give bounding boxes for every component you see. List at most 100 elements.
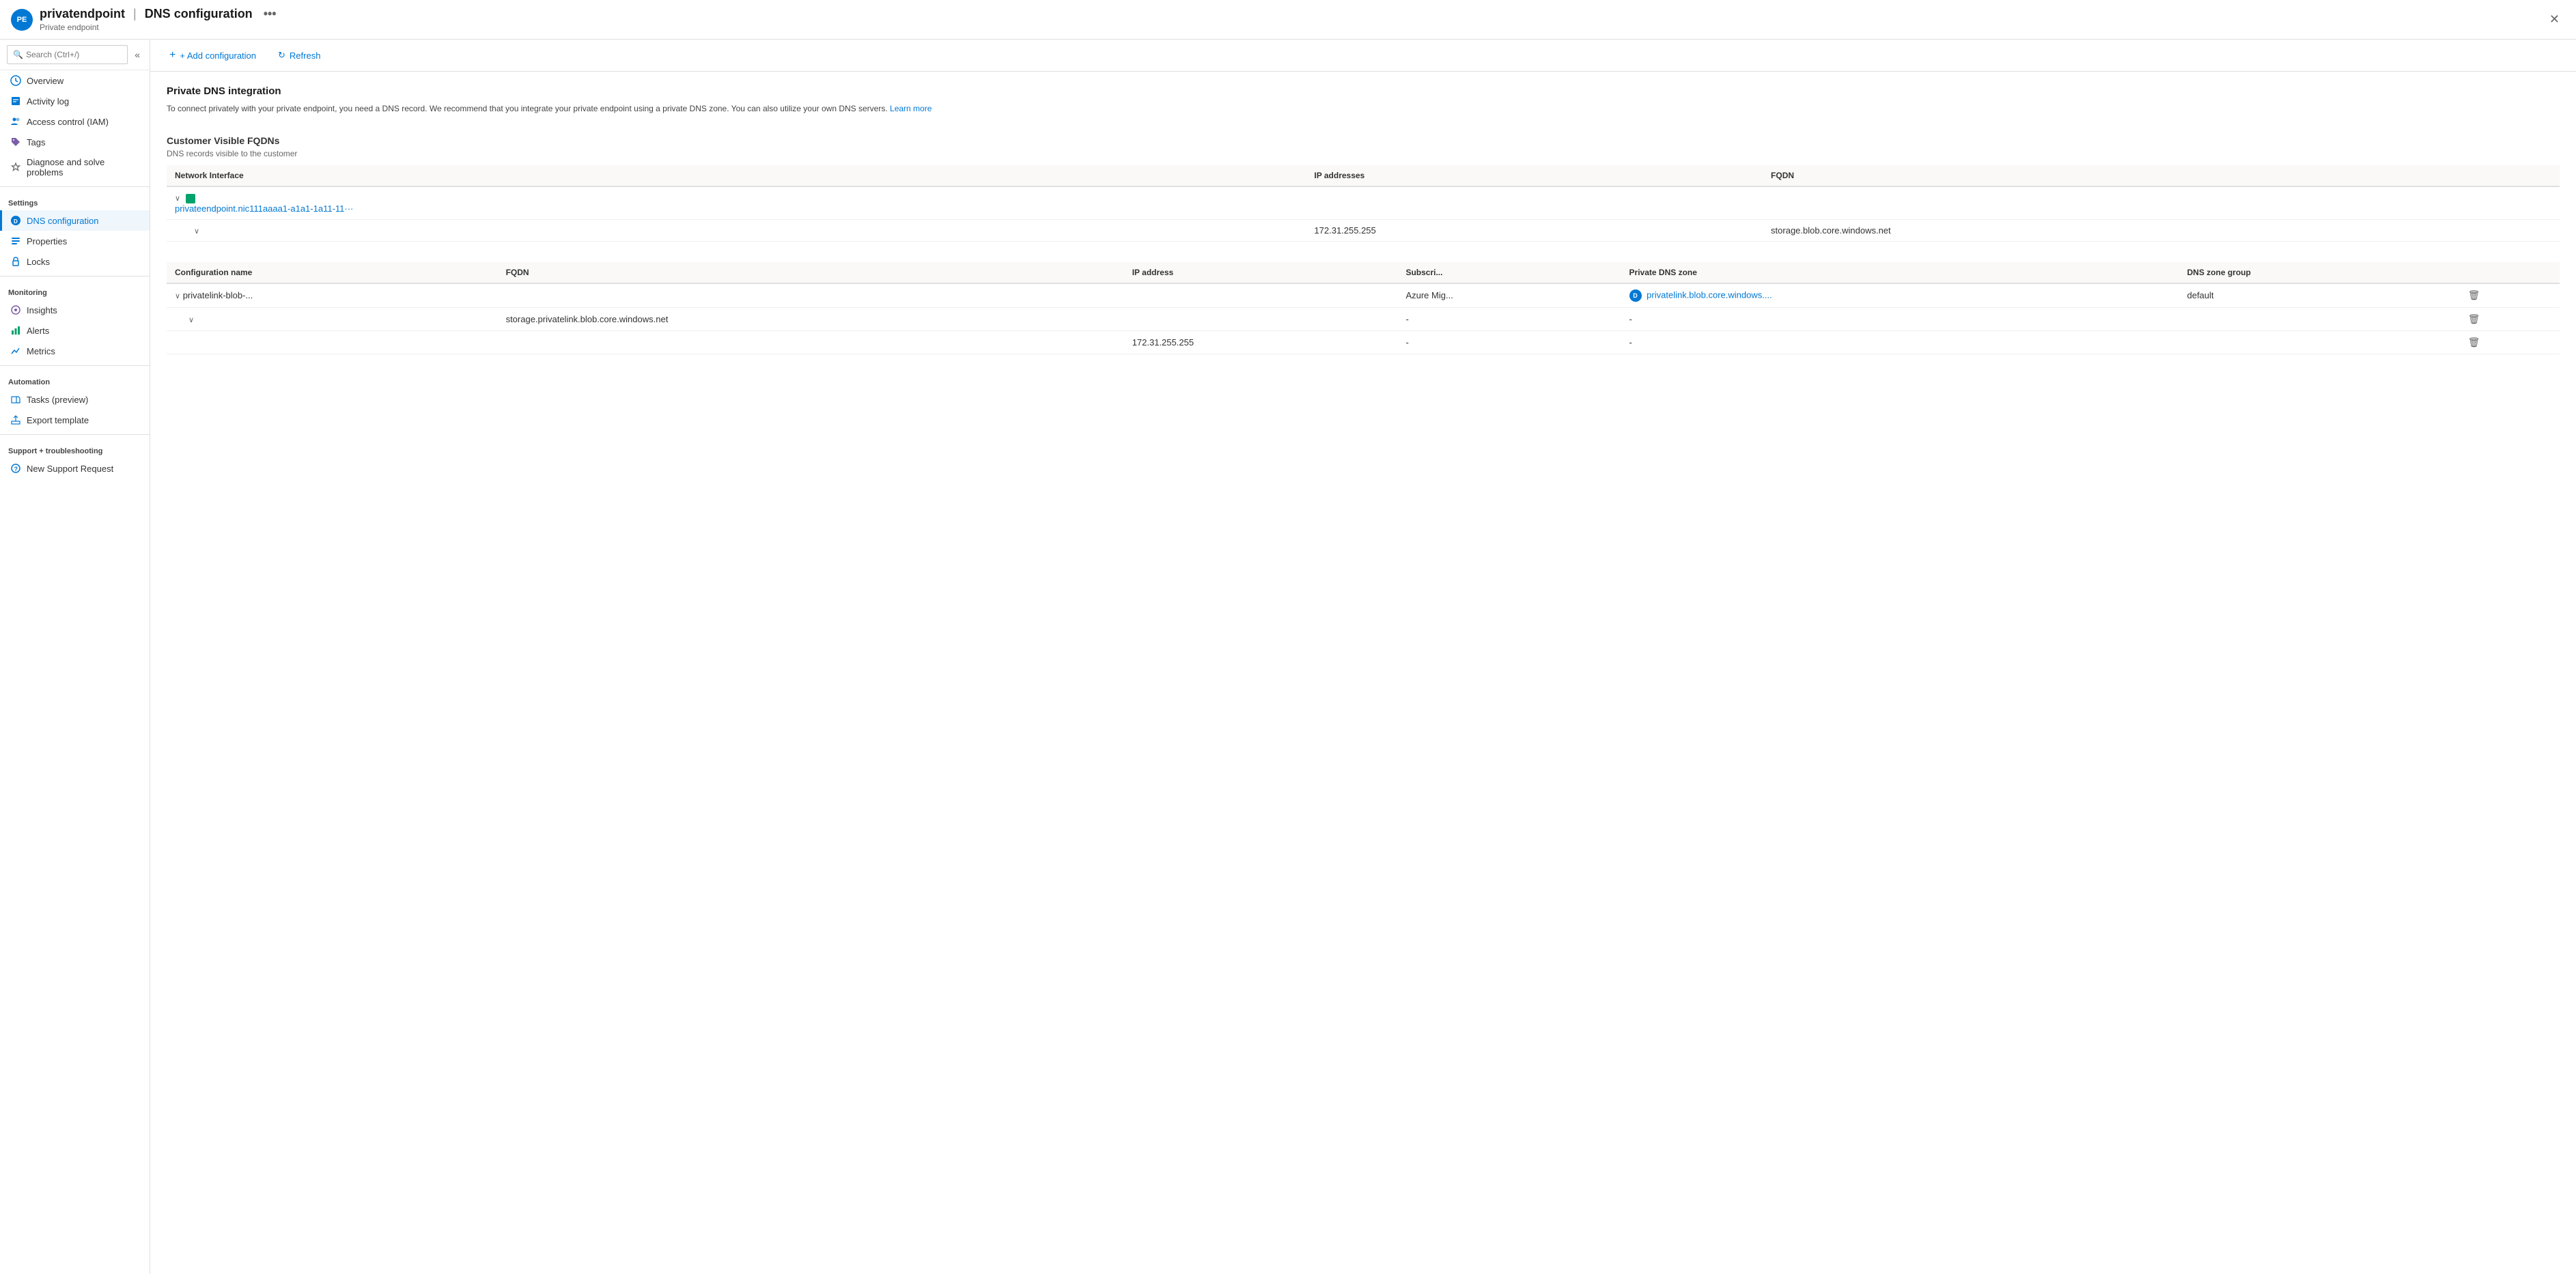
sidebar-item-overview[interactable]: Overview [0, 70, 150, 91]
expand-icon[interactable]: ∨ [194, 227, 199, 236]
sidebar-item-diagnose[interactable]: Diagnose and solve problems [0, 152, 150, 182]
dns-zone-icon: D [1629, 289, 1642, 302]
tasks-icon [10, 394, 21, 405]
sidebar-item-export[interactable]: Export template [0, 410, 150, 430]
col-actions [2460, 262, 2560, 283]
add-icon: + [169, 49, 176, 61]
header-subtitle: Private endpoint [40, 23, 2544, 32]
sidebar-item-locks[interactable]: Locks [0, 251, 150, 272]
sidebar-item-label: New Support Request [27, 464, 113, 474]
delete-icon[interactable]: 🗑 [2468, 289, 2480, 300]
alerts-icon [10, 325, 21, 336]
page-header: PE privatendpoint | DNS configuration ••… [0, 0, 2576, 40]
toolbar: + + Add configuration ↻ Refresh [150, 40, 2576, 72]
sidebar-item-label: Activity log [27, 96, 69, 107]
collapse-button[interactable]: « [132, 46, 143, 63]
config-table-header: Configuration name FQDN IP address Subsc… [167, 262, 2560, 283]
col-dns-zone-group: DNS zone group [2179, 262, 2459, 283]
nic-icon [186, 194, 195, 203]
col-fqdn: FQDN [1763, 165, 2560, 186]
support-section-label: Support + troubleshooting [0, 439, 150, 458]
refresh-icon: ↻ [278, 50, 285, 61]
sidebar-item-insights[interactable]: Insights [0, 300, 150, 320]
expand-icon[interactable]: ∨ [188, 316, 194, 324]
table-row: 172.31.255.255 - - 🗑 [167, 330, 2560, 354]
col-network-interface: Network Interface [167, 165, 1306, 186]
config-section: Configuration name FQDN IP address Subsc… [167, 262, 2560, 354]
fqdns-title: Customer Visible FQDNs [167, 135, 2560, 146]
sidebar-item-label: Properties [27, 236, 67, 246]
fqdns-sub: DNS records visible to the customer [167, 149, 2560, 158]
diagnose-icon [10, 162, 21, 173]
monitoring-section-label: Monitoring [0, 281, 150, 300]
table-row: ∨ storage.privatelink.blob.core.windows.… [167, 307, 2560, 330]
refresh-button[interactable]: ↻ Refresh [272, 47, 326, 63]
sidebar-item-label: Access control (IAM) [27, 117, 109, 127]
dns-integration-title: Private DNS integration [167, 85, 2560, 97]
fqdns-table: Network Interface IP addresses FQDN ∨ pr… [167, 165, 2560, 242]
expand-icon[interactable]: ∨ [175, 195, 180, 203]
automation-section-label: Automation [0, 370, 150, 389]
properties-icon [10, 236, 21, 246]
sidebar-item-activity-log[interactable]: Activity log [0, 91, 150, 111]
main-layout: 🔍 « Overview Activity log Access control… [0, 40, 2576, 1274]
private-dns-link[interactable]: privatelink.blob.core.windows.... [1647, 289, 1772, 300]
table-row: ∨ privatelink-blob-... Azure Mig... D pr… [167, 283, 2560, 308]
sidebar-item-label: Export template [27, 415, 89, 425]
col-ip-addresses: IP addresses [1306, 165, 1763, 186]
iam-icon [10, 116, 21, 127]
overview-icon [10, 75, 21, 86]
close-button[interactable]: ✕ [2544, 10, 2565, 29]
expand-icon[interactable]: ∨ [175, 292, 180, 300]
support-divider [0, 434, 150, 435]
nic-link[interactable]: privateendpoint.nic111aaaa1-a1a1-1a11-11… [175, 203, 1298, 214]
col-config-name: Configuration name [167, 262, 498, 283]
locks-icon [10, 256, 21, 267]
sidebar-item-label: Insights [27, 305, 57, 315]
tags-icon [10, 137, 21, 147]
learn-more-link[interactable]: Learn more [890, 104, 932, 113]
avatar: PE [11, 9, 33, 31]
content-area: + + Add configuration ↻ Refresh Private … [150, 40, 2576, 1274]
page-title: privatendpoint | DNS configuration ••• [40, 7, 2544, 21]
sidebar-item-alerts[interactable]: Alerts [0, 320, 150, 341]
automation-divider [0, 365, 150, 366]
actlog-icon [10, 96, 21, 107]
dns-icon: D [10, 215, 21, 226]
export-icon [10, 414, 21, 425]
sidebar-item-access-control[interactable]: Access control (IAM) [0, 111, 150, 132]
sidebar-item-tasks[interactable]: Tasks (preview) [0, 389, 150, 410]
insights-icon [10, 305, 21, 315]
delete-icon[interactable]: 🗑 [2468, 313, 2480, 324]
sidebar-item-tags[interactable]: Tags [0, 132, 150, 152]
delete-icon[interactable]: 🗑 [2468, 337, 2480, 348]
settings-divider [0, 186, 150, 187]
svg-text:D: D [14, 218, 18, 225]
sidebar-item-properties[interactable]: Properties [0, 231, 150, 251]
settings-section-label: Settings [0, 191, 150, 210]
sidebar-item-label: Metrics [27, 346, 55, 356]
header-more-icon[interactable]: ••• [264, 7, 277, 21]
search-input[interactable] [26, 50, 122, 59]
sidebar-item-label: Locks [27, 257, 50, 267]
dns-integration-section: Private DNS integration To connect priva… [167, 85, 2560, 115]
sidebar-item-label: Tags [27, 137, 45, 147]
table-row: ∨ 172.31.255.255 storage.blob.core.windo… [167, 219, 2560, 241]
search-box[interactable]: 🔍 [7, 45, 128, 64]
support-icon: ? [10, 463, 21, 474]
sidebar-item-label: Alerts [27, 326, 49, 336]
search-icon: 🔍 [13, 50, 23, 59]
sidebar-item-dns-config[interactable]: D DNS configuration [0, 210, 150, 231]
dns-integration-desc: To connect privately with your private e… [167, 102, 2560, 115]
sidebar-item-label: Overview [27, 76, 64, 86]
sidebar-item-label: DNS configuration [27, 216, 99, 226]
sidebar-item-label: Diagnose and solve problems [27, 157, 141, 178]
svg-text:?: ? [14, 466, 18, 472]
add-configuration-button[interactable]: + + Add configuration [164, 46, 262, 64]
sidebar-item-label: Tasks (preview) [27, 395, 88, 405]
fqdns-section: Customer Visible FQDNs DNS records visib… [167, 135, 2560, 242]
monitoring-divider [0, 276, 150, 277]
sidebar-item-support[interactable]: ? New Support Request [0, 458, 150, 479]
sidebar-item-metrics[interactable]: Metrics [0, 341, 150, 361]
col-ip-address: IP address [1124, 262, 1398, 283]
